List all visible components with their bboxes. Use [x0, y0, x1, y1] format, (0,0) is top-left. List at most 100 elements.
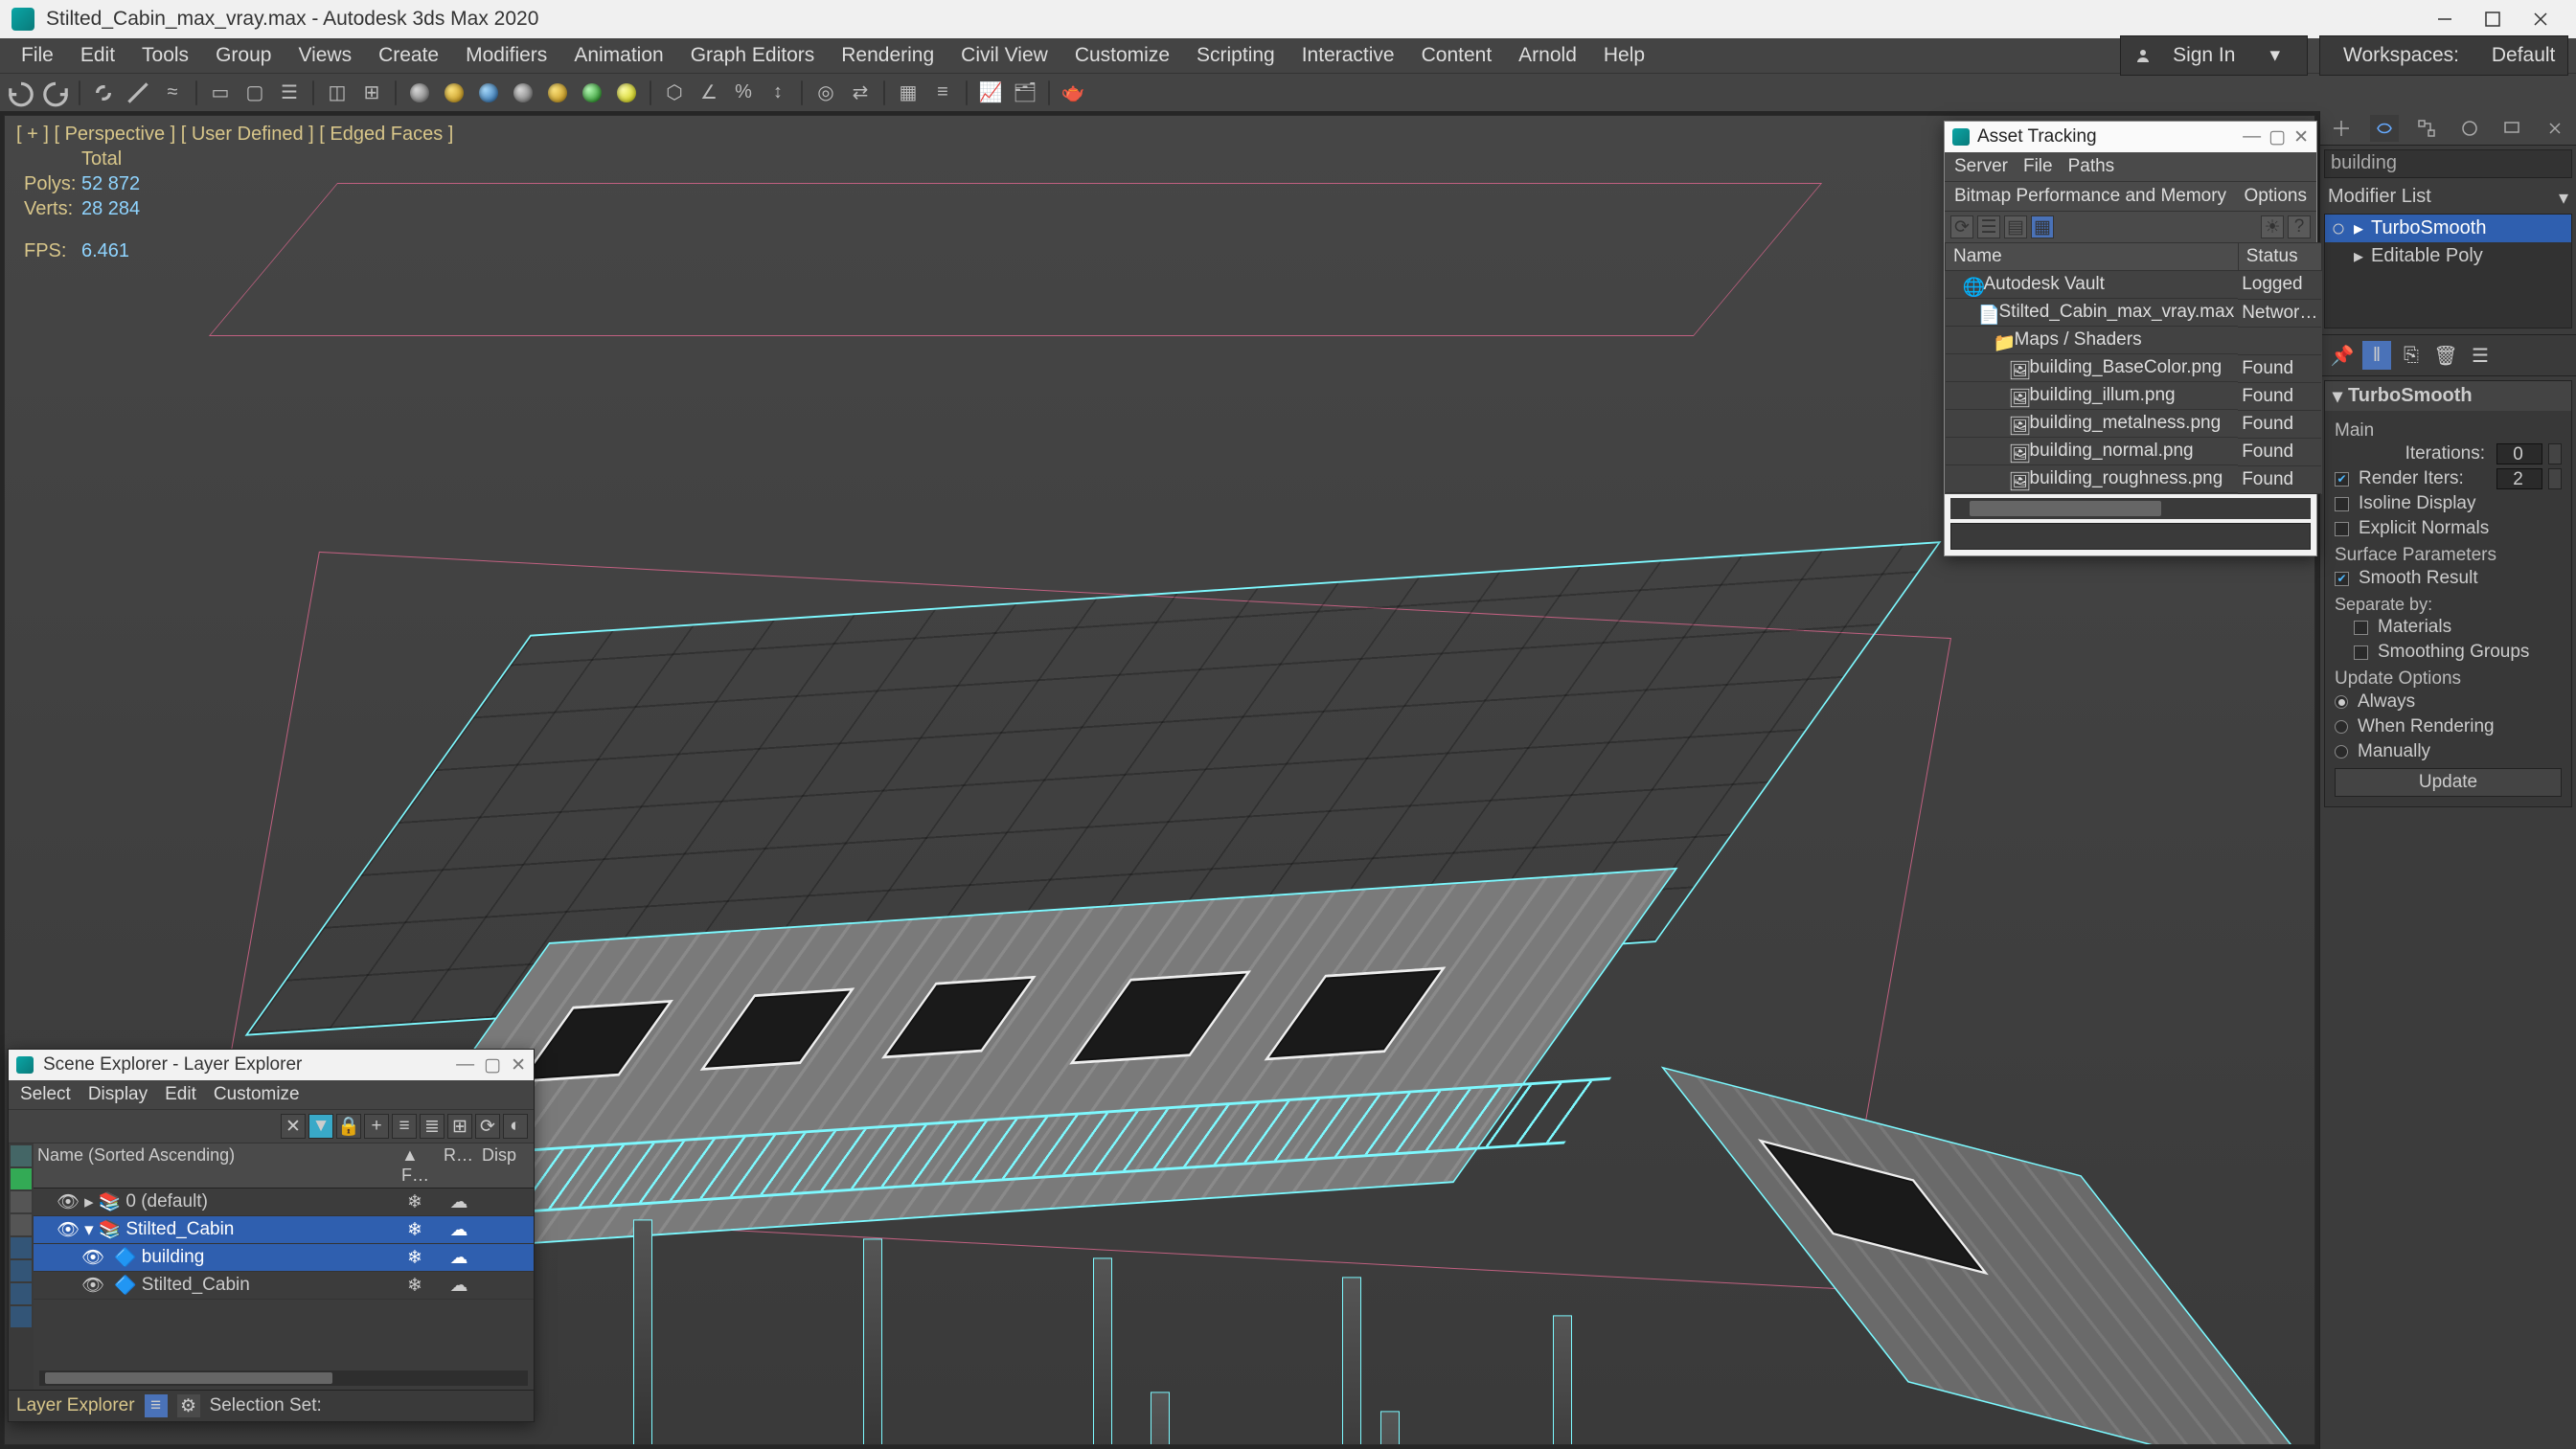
- scex-layer-a[interactable]: ≡: [392, 1114, 417, 1139]
- redo-button[interactable]: [40, 78, 71, 108]
- scex-row[interactable]: 👁▸📚0 (default)❄☁: [34, 1189, 534, 1216]
- menu-grapheditors[interactable]: Graph Editors: [677, 38, 829, 73]
- scex-layers-mode-icon[interactable]: ≡: [145, 1394, 168, 1417]
- scex-layer-c[interactable]: ⊞: [447, 1114, 472, 1139]
- menu-arnold[interactable]: Arnold: [1505, 38, 1590, 73]
- snap-toggle-button[interactable]: ⬡: [659, 78, 690, 108]
- iterations-input[interactable]: 0: [2496, 443, 2542, 464]
- tab-display[interactable]: [2497, 115, 2526, 142]
- render-setup-button[interactable]: 🫖: [1058, 78, 1088, 108]
- filter-geometry-icon[interactable]: [11, 1191, 32, 1212]
- menu-help[interactable]: Help: [1590, 38, 1658, 73]
- expand-icon[interactable]: ▸: [84, 1191, 94, 1213]
- filter-visible-icon[interactable]: [11, 1168, 32, 1189]
- update-button[interactable]: Update: [2335, 768, 2562, 797]
- expand-icon[interactable]: ▾: [84, 1219, 94, 1241]
- menu-content[interactable]: Content: [1408, 38, 1506, 73]
- material-preview-gloss[interactable]: [473, 78, 504, 108]
- asset-row[interactable]: 🖼building_metalness.pngFound: [1946, 410, 2322, 438]
- refresh-button[interactable]: ⟳: [1950, 215, 1973, 238]
- expand-icon[interactable]: ▸: [2354, 244, 2363, 268]
- scex-layer-d[interactable]: ⟳: [475, 1114, 500, 1139]
- menu-file[interactable]: File: [8, 38, 67, 73]
- scene-3d-model[interactable]: [422, 587, 1764, 989]
- asset-row[interactable]: 📁Maps / Shaders: [1946, 327, 2322, 354]
- named-selection-button[interactable]: ◎: [810, 78, 841, 108]
- iterations-spinner[interactable]: [2548, 443, 2562, 464]
- asset-menu-file[interactable]: File: [2023, 156, 2053, 177]
- asset-row[interactable]: 🖼building_roughness.pngFound: [1946, 465, 2322, 493]
- asset-row[interactable]: 🖼building_normal.pngFound: [1946, 438, 2322, 465]
- minimize-icon[interactable]: —: [2243, 126, 2261, 147]
- filter-lights-icon[interactable]: [11, 1237, 32, 1258]
- workspace-selector[interactable]: Workspaces: Default: [2319, 35, 2568, 76]
- visibility-icon[interactable]: 👁: [57, 1218, 80, 1241]
- render-iters-checkbox[interactable]: [2335, 472, 2349, 487]
- list-view-button[interactable]: ▤: [2004, 215, 2027, 238]
- tab-hierarchy[interactable]: [2412, 115, 2441, 142]
- isoline-checkbox[interactable]: [2335, 497, 2349, 511]
- mirror-button[interactable]: ⇄: [845, 78, 876, 108]
- update-always-radio[interactable]: [2335, 695, 2348, 709]
- scex-config-icon[interactable]: ⚙: [177, 1394, 200, 1417]
- select-object-button[interactable]: ▢: [239, 78, 270, 108]
- filter-helpers-icon[interactable]: [11, 1283, 32, 1304]
- asset-row[interactable]: 🖼building_BaseColor.pngFound: [1946, 354, 2322, 382]
- tab-modify[interactable]: [2370, 115, 2399, 142]
- render-iters-input[interactable]: 2: [2496, 468, 2542, 489]
- minimize-icon[interactable]: —: [456, 1054, 474, 1075]
- remove-modifier-button[interactable]: 🗑: [2431, 341, 2460, 370]
- asset-tracking-panel[interactable]: Asset Tracking — ▢ ✕ Server File Paths B…: [1944, 121, 2317, 556]
- close-icon[interactable]: ✕: [511, 1054, 526, 1076]
- menu-modifiers[interactable]: Modifiers: [452, 38, 560, 73]
- layer-button[interactable]: ≡: [927, 78, 958, 108]
- thumbnails-button[interactable]: ▦: [2031, 215, 2054, 238]
- expand-icon[interactable]: ▸: [2354, 216, 2363, 240]
- render-toggle[interactable]: ☁: [440, 1219, 478, 1241]
- undo-button[interactable]: [6, 78, 36, 108]
- tree-view-button[interactable]: ☰: [1977, 215, 2000, 238]
- render-toggle[interactable]: ☁: [440, 1247, 478, 1269]
- tab-motion[interactable]: [2455, 115, 2484, 142]
- material-preview-metal[interactable]: [439, 78, 469, 108]
- scex-menu-select[interactable]: Select: [20, 1084, 71, 1105]
- menu-edit[interactable]: Edit: [67, 38, 128, 73]
- smooth-result-checkbox[interactable]: [2335, 572, 2349, 586]
- modifier-turbosmooth[interactable]: ▸ TurboSmooth: [2325, 215, 2571, 242]
- material-preview-yellow[interactable]: [611, 78, 642, 108]
- scex-layer-b[interactable]: ≣: [420, 1114, 445, 1139]
- scex-row[interactable]: 👁▾📚Stilted_Cabin❄☁: [34, 1216, 534, 1244]
- visibility-icon[interactable]: 👁: [57, 1190, 80, 1213]
- scex-menu-customize[interactable]: Customize: [214, 1084, 300, 1105]
- schematic-view-button[interactable]: 🗂: [1010, 78, 1040, 108]
- frozen-toggle[interactable]: ❄: [394, 1275, 436, 1297]
- frozen-toggle[interactable]: ❄: [394, 1247, 436, 1269]
- material-preview-matte[interactable]: [508, 78, 538, 108]
- update-rendering-radio[interactable]: [2335, 720, 2348, 734]
- close-icon[interactable]: ✕: [2293, 126, 2309, 148]
- scex-add-layer-button[interactable]: +: [364, 1114, 389, 1139]
- menu-animation[interactable]: Animation: [560, 38, 676, 73]
- sign-in-button[interactable]: Sign In ▾: [2120, 35, 2308, 76]
- asset-menu-paths[interactable]: Paths: [2068, 156, 2115, 177]
- scex-menu-display[interactable]: Display: [88, 1084, 148, 1105]
- scex-row[interactable]: 👁🔷Stilted_Cabin❄☁: [34, 1272, 534, 1300]
- scex-lock-button[interactable]: 🔒: [336, 1114, 361, 1139]
- modifier-stack[interactable]: ▸ TurboSmooth ▸ Editable Poly: [2324, 214, 2572, 328]
- materials-checkbox[interactable]: [2354, 621, 2368, 635]
- asset-hscrollbar[interactable]: [1950, 498, 2311, 519]
- render-toggle[interactable]: ☁: [440, 1191, 478, 1213]
- select-by-name-button[interactable]: ☰: [274, 78, 305, 108]
- modifier-editable-poly[interactable]: ▸ Editable Poly: [2325, 242, 2571, 270]
- scex-clear-button[interactable]: ✕: [281, 1114, 306, 1139]
- tab-utilities[interactable]: [2541, 115, 2569, 142]
- bind-space-warp-button[interactable]: ≈: [157, 78, 188, 108]
- render-toggle[interactable]: ☁: [440, 1275, 478, 1297]
- menu-customize[interactable]: Customize: [1061, 38, 1183, 73]
- frozen-toggle[interactable]: ❄: [394, 1191, 436, 1213]
- material-preview-green[interactable]: [577, 78, 607, 108]
- smoothing-groups-checkbox[interactable]: [2354, 645, 2368, 660]
- minimize-button[interactable]: [2421, 0, 2469, 38]
- scex-col-frozen[interactable]: ▲ F…: [401, 1145, 444, 1186]
- window-crossing-button[interactable]: ⊞: [356, 78, 387, 108]
